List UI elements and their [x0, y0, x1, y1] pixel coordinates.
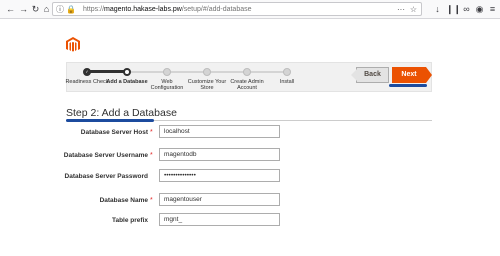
step-dot-database [123, 68, 131, 76]
step-dot-store [203, 68, 211, 76]
password-input[interactable] [159, 169, 280, 182]
username-required-mark: * [150, 152, 153, 159]
prefix-input[interactable] [159, 213, 280, 226]
progress-track-done [85, 70, 127, 73]
library-icon[interactable]: ❙❙ [446, 4, 461, 15]
dbname-required-mark: * [150, 197, 153, 204]
browser-toolbar: ← → ↻ ⌂ ⓘ 🔒 https://magento.hakase-labs.… [0, 0, 500, 19]
title-annotation-underline [66, 119, 154, 122]
step-label-store: Customize Your Store [187, 79, 227, 91]
next-annotation-underline [389, 84, 427, 87]
address-bar[interactable]: ⓘ 🔒 https://magento.hakase-labs.pw/setup… [52, 2, 422, 16]
step-dot-install [283, 68, 291, 76]
page-title: Step 2: Add a Database [66, 107, 177, 119]
host-input[interactable] [159, 125, 280, 138]
step-label-web: Web Configuration [150, 79, 184, 91]
page-actions-icon[interactable]: ··· [397, 4, 405, 15]
step-dot-readiness: ✓ [83, 68, 91, 76]
back-button[interactable]: Back [351, 67, 389, 83]
magento-logo [66, 37, 80, 52]
dbname-input[interactable] [159, 193, 280, 206]
host-label: Database Server Host [80, 129, 148, 136]
site-info-icon[interactable]: ⓘ 🔒 [56, 4, 76, 15]
prefix-label: Table prefix [111, 217, 148, 224]
forward-arrow-icon[interactable]: → [18, 4, 29, 15]
step-dot-web [163, 68, 171, 76]
step-dot-admin [243, 68, 251, 76]
menu-icon[interactable]: ≡ [487, 4, 498, 15]
next-button[interactable]: Next [392, 67, 432, 83]
step-label-database: Add a Database [106, 79, 148, 85]
sync-icon[interactable]: ∞ [461, 4, 472, 15]
password-label: Database Server Password [64, 173, 148, 180]
home-icon[interactable]: ⌂ [41, 4, 52, 15]
host-required-mark: * [150, 129, 153, 136]
step-label-install: Install [279, 79, 295, 85]
step-label-readiness: Readiness Check [65, 79, 109, 85]
dbname-label: Database Name [99, 197, 148, 204]
username-label: Database Server Username [63, 152, 148, 159]
step-label-admin: Create Admin Account [230, 79, 264, 91]
bookmark-star-icon[interactable]: ☆ [410, 4, 417, 15]
url-text: https://magento.hakase-labs.pw/setup/#/a… [83, 6, 252, 13]
back-arrow-icon[interactable]: ← [5, 4, 16, 15]
download-icon[interactable]: ↓ [432, 4, 443, 15]
reload-icon[interactable]: ↻ [30, 4, 41, 15]
addon-icon[interactable]: ◉ [474, 4, 485, 15]
username-input[interactable] [159, 148, 280, 161]
